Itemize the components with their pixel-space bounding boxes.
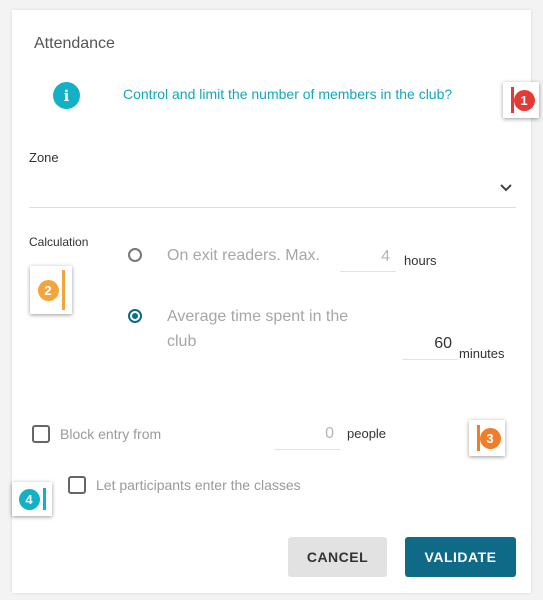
annotation-badge-1: 1 bbox=[503, 82, 539, 118]
info-icon: i bbox=[53, 82, 80, 109]
block-entry-checkbox[interactable] bbox=[32, 425, 50, 443]
block-entry-label: Block entry from bbox=[60, 426, 162, 442]
max-hours-input[interactable] bbox=[340, 242, 396, 272]
attendance-dialog: Attendance i Control and limit the numbe… bbox=[12, 10, 531, 593]
dialog-title: Attendance bbox=[34, 35, 115, 52]
minutes-unit: minutes bbox=[459, 346, 505, 361]
radio-average-time[interactable] bbox=[128, 309, 142, 323]
average-time-label-line2: club bbox=[167, 333, 197, 350]
annotation-badge-4: 4 bbox=[12, 482, 52, 516]
people-unit: people bbox=[347, 426, 387, 441]
annotation-badge-3: 3 bbox=[469, 420, 505, 456]
average-time-label-line1: Average time spent in the bbox=[167, 308, 349, 325]
chevron-down-icon[interactable] bbox=[500, 179, 512, 195]
zone-select[interactable] bbox=[29, 175, 516, 208]
let-participants-checkbox[interactable] bbox=[68, 476, 86, 494]
cancel-button[interactable]: CANCEL bbox=[288, 537, 387, 577]
calculation-label: Calculation bbox=[29, 235, 89, 249]
badge-number: 1 bbox=[513, 89, 535, 111]
badge-number: 2 bbox=[37, 279, 59, 301]
let-participants-label: Let participants enter the classes bbox=[96, 477, 301, 493]
info-link[interactable]: Control and limit the number of members … bbox=[123, 86, 452, 102]
exit-readers-label: On exit readers. Max. bbox=[167, 247, 320, 264]
block-entry-input[interactable] bbox=[274, 418, 340, 450]
badge-number: 4 bbox=[18, 488, 40, 510]
badge-number: 3 bbox=[479, 427, 501, 449]
annotation-badge-2: 2 bbox=[30, 266, 72, 314]
hours-unit: hours bbox=[404, 253, 437, 268]
badge-bar bbox=[42, 488, 46, 510]
zone-label: Zone bbox=[29, 150, 59, 165]
radio-exit-readers[interactable] bbox=[128, 248, 142, 262]
validate-button[interactable]: VALIDATE bbox=[405, 537, 516, 577]
average-minutes-input[interactable] bbox=[402, 328, 458, 360]
badge-bar bbox=[61, 270, 65, 310]
